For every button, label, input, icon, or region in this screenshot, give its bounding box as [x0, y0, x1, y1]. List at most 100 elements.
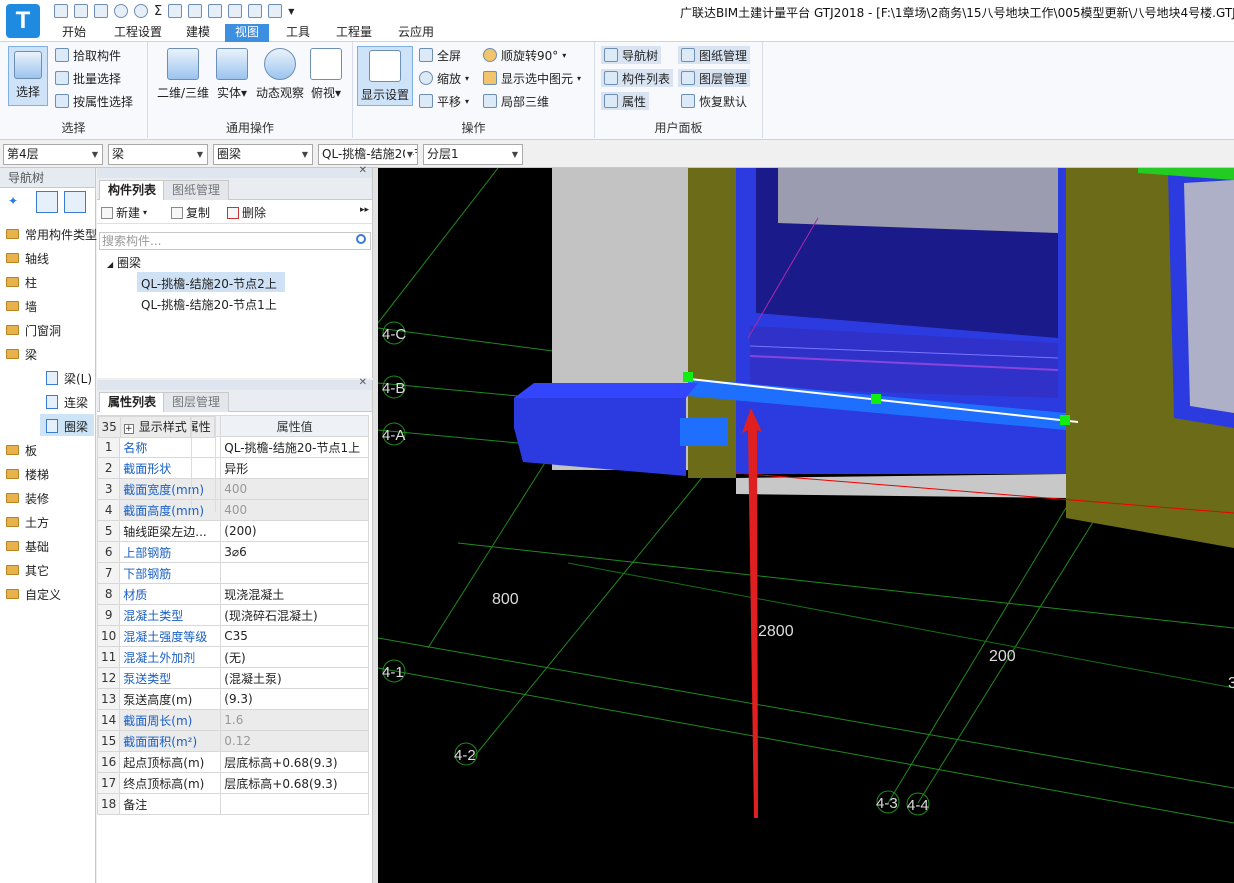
orbit-button[interactable]: 动态观察 [252, 48, 308, 101]
element-type-select[interactable]: 梁 ▼ [108, 144, 208, 165]
property-row[interactable]: 17 终点顶标高(m) 层底标高+0.68(9.3) [96, 772, 369, 794]
tree-root[interactable]: ◢ 圈梁 [107, 254, 141, 271]
fullscreen-button[interactable]: 全屏 [416, 46, 464, 64]
property-row[interactable]: 7 下部钢筋 [96, 562, 369, 584]
export-icon[interactable] [268, 4, 283, 18]
collapse-icon[interactable]: ◢ [107, 260, 113, 269]
tab-component-list[interactable]: 构件列表 [99, 180, 166, 200]
report-icon[interactable] [168, 4, 183, 18]
edit-icon[interactable] [228, 4, 243, 18]
redo-icon[interactable] [134, 4, 148, 18]
customize-arrow-icon[interactable]: ▼ [288, 7, 294, 16]
component-search-input[interactable]: 搜索构件... [99, 232, 371, 250]
property-row[interactable]: 13 泵送高度(m) (9.3) [96, 688, 369, 710]
component-select[interactable]: QL-挑檐-结施20-节点2上▼ [318, 144, 418, 165]
view-2d3d-button[interactable]: 二维/三维 [154, 48, 212, 101]
close-icon[interactable]: ✕ [359, 165, 367, 176]
open-file-icon[interactable] [74, 4, 88, 18]
element-subtype-select[interactable]: 圈梁 ▼ [213, 144, 313, 165]
show-selected-button[interactable]: 显示选中图元 ▾ [480, 69, 584, 87]
rotate90-button[interactable]: 顺旋转90° ▾ [480, 46, 569, 64]
nav-item[interactable]: 自定义 [6, 584, 61, 604]
layer-mgr-toggle[interactable]: 图层管理 [678, 69, 751, 87]
nav-item[interactable]: 常用构件类型 [6, 224, 97, 244]
property-row[interactable]: 16 起点顶标高(m) 层底标高+0.68(9.3) [96, 751, 369, 773]
property-row[interactable]: 10 混凝土强度等级 C35 [96, 625, 369, 647]
component-item[interactable]: QL-挑檐-结施20-节点2上 [141, 275, 277, 292]
search-icon[interactable] [356, 234, 366, 244]
nav-item[interactable]: 其它 [6, 560, 49, 580]
zoom-button[interactable]: 缩放 ▾ [416, 69, 472, 87]
nav-item[interactable]: 楼梯 [6, 464, 49, 484]
property-group-row[interactable]: 35 + 显示样式 [97, 415, 192, 512]
tab-tools[interactable]: 工具 [276, 24, 320, 42]
tab-drawing-mgr[interactable]: 图纸管理 [163, 180, 230, 200]
floor-select[interactable]: 第4层 ▼ [3, 144, 103, 165]
attr-toggle[interactable]: 属性 [601, 92, 650, 110]
sum-icon[interactable]: Σ [154, 4, 162, 19]
layer-select[interactable]: 分层1 ▼ [423, 144, 523, 165]
pick-component-button[interactable]: 拾取构件 [52, 46, 124, 64]
close-icon[interactable]: ✕ [359, 377, 367, 388]
pan-button[interactable]: 平移 ▾ [416, 92, 472, 110]
select-button[interactable]: 选择 [8, 46, 48, 106]
list-view-icon[interactable] [36, 191, 58, 213]
select-by-attr-button[interactable]: 按属性选择 [52, 92, 136, 110]
nav-item[interactable]: 土方 [6, 512, 49, 532]
nav-item[interactable]: 板 [6, 440, 37, 460]
nav-subitem[interactable]: 梁(L) [46, 368, 92, 388]
property-row[interactable]: 8 材质 现浇混凝土 [96, 583, 369, 605]
comp-list-toggle[interactable]: 构件列表 [601, 69, 674, 87]
save-icon[interactable] [94, 4, 108, 18]
new-component-button[interactable]: 新建 ▾ [101, 204, 147, 221]
nav-item[interactable]: 柱 [6, 272, 37, 292]
tab-start[interactable]: 开始 [52, 24, 96, 42]
tab-view[interactable]: 视图 [225, 24, 270, 42]
nav-item[interactable]: 装修 [6, 488, 49, 508]
more-icon[interactable]: ▸▸ [360, 205, 369, 215]
undo-icon[interactable] [114, 4, 128, 18]
expand-icon[interactable]: + [123, 424, 134, 434]
model-canvas[interactable]: 4-C 4-B 4-A 4-1 4-2 4-3 4-4 800 2800 200… [378, 168, 1234, 883]
nav-subitem[interactable]: 连梁 [46, 392, 88, 412]
tab-quantity[interactable]: 工程量 [326, 24, 382, 42]
nav-item[interactable]: 梁 [6, 344, 37, 364]
nav-item[interactable]: 基础 [6, 536, 49, 556]
property-row[interactable]: 11 混凝土外加剂 (无) [96, 646, 369, 668]
local-3d-button[interactable]: 局部三维 [480, 92, 552, 110]
copy-component-button[interactable]: 复制 [171, 204, 210, 221]
3d-viewport[interactable]: 4-C 4-B 4-A 4-1 4-2 4-3 4-4 800 2800 200… [378, 168, 1234, 883]
batch-select-button[interactable]: 批量选择 [52, 69, 124, 87]
drawing-mgr-toggle[interactable]: 图纸管理 [678, 46, 751, 64]
display-settings-button[interactable]: 显示设置 [357, 46, 413, 106]
property-row[interactable]: 15 截面面积(m²) 0.12 [96, 730, 369, 752]
property-row[interactable]: 14 截面周长(m) 1.6 [96, 709, 369, 731]
tab-modeling[interactable]: 建模 [176, 24, 220, 42]
calc-icon[interactable] [188, 4, 203, 18]
nav-item[interactable]: 轴线 [6, 248, 49, 268]
nav-subitem[interactable]: 圈梁 [46, 416, 88, 436]
detail-view-icon[interactable] [64, 191, 86, 213]
property-row[interactable]: 9 混凝土类型 (现浇碎石混凝土) [96, 604, 369, 626]
new-file-icon[interactable] [54, 4, 68, 18]
property-row[interactable]: 12 泵送类型 (混凝土泵) [96, 667, 369, 689]
tab-project-settings[interactable]: 工程设置 [104, 24, 172, 42]
delete-component-button[interactable]: 删除 [227, 204, 266, 221]
check-icon[interactable] [208, 4, 223, 18]
sparkle-icon[interactable]: ✦ [8, 194, 18, 208]
nav-tree-toggle[interactable]: 导航树 [601, 46, 662, 64]
app-logo[interactable]: T [6, 4, 40, 38]
solid-button[interactable]: 实体▾ [214, 48, 250, 101]
property-row[interactable]: 6 上部钢筋 3⌀6 [96, 541, 369, 563]
top-view-button[interactable]: 俯视▾ [308, 48, 344, 101]
nav-item[interactable]: 墙 [6, 296, 37, 316]
nav-item[interactable]: 门窗洞 [6, 320, 61, 340]
grid-icon[interactable] [248, 4, 263, 18]
property-row[interactable]: 5 轴线距梁左边... (200) [96, 520, 369, 542]
tab-layer-mgr[interactable]: 图层管理 [163, 392, 230, 412]
tab-property-list[interactable]: 属性列表 [99, 392, 166, 412]
property-row[interactable]: 18 备注 [96, 793, 369, 815]
component-item[interactable]: QL-挑檐-结施20-节点1上 [141, 296, 277, 313]
restore-default-button[interactable]: 恢复默认 [678, 92, 750, 110]
tab-cloud[interactable]: 云应用 [388, 24, 444, 42]
